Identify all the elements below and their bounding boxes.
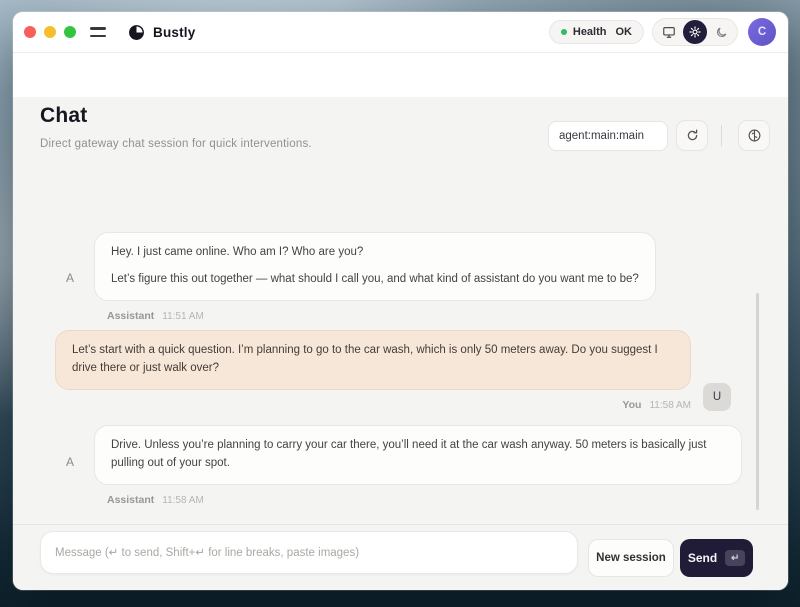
- enter-key-icon: ↵: [725, 550, 745, 566]
- message-meta: You 11:58 AM: [55, 399, 691, 411]
- refresh-button[interactable]: [676, 120, 708, 151]
- menu-button[interactable]: [90, 20, 114, 44]
- message-input[interactable]: [40, 531, 578, 574]
- health-label: Health: [573, 26, 607, 38]
- message-sender: Assistant: [107, 310, 154, 322]
- assistant-message-bubble: Hey. I just came online. Who am I? Who a…: [94, 232, 656, 301]
- message-text: Let’s figure this out together — what sh…: [111, 271, 639, 289]
- assistant-message-bubble: Drive. Unless you’re planning to carry y…: [94, 425, 742, 485]
- message-text: Hey. I just came online. Who am I? Who a…: [111, 244, 639, 262]
- theme-system-button[interactable]: [657, 20, 681, 44]
- brand: Bustly: [128, 24, 195, 41]
- user-message-avatar: U: [703, 383, 731, 411]
- message-group-assistant-1: A Hey. I just came online. Who am I? Who…: [58, 232, 656, 322]
- message-text: Drive. Unless you’re planning to carry y…: [111, 437, 725, 473]
- new-session-button[interactable]: New session: [588, 539, 674, 577]
- brain-button[interactable]: [738, 120, 770, 151]
- sun-icon: [689, 26, 701, 38]
- bustly-logo-icon: [128, 24, 145, 41]
- message-meta: Assistant 11:51 AM: [107, 310, 656, 322]
- message-group-user: Let’s start with a quick question. I’m p…: [55, 330, 731, 411]
- refresh-icon: [685, 128, 700, 143]
- moon-icon: [715, 26, 728, 39]
- monitor-icon: [662, 25, 676, 39]
- chat-scrollbar[interactable]: [756, 293, 759, 510]
- composer: New session Send ↵: [13, 524, 788, 590]
- send-button-label: Send: [688, 551, 717, 565]
- hamburger-icon: [90, 27, 106, 29]
- theme-light-button[interactable]: [683, 20, 707, 44]
- user-avatar[interactable]: C: [748, 18, 776, 46]
- message-time: 11:58 AM: [649, 400, 691, 411]
- brand-name: Bustly: [153, 25, 195, 40]
- message-sender: Assistant: [107, 494, 154, 506]
- brain-icon: [747, 128, 762, 143]
- agent-selector-input[interactable]: [548, 121, 668, 151]
- message-time: 11:58 AM: [162, 495, 204, 506]
- app-window: Bustly Health OK: [13, 12, 788, 590]
- window-controls: [24, 26, 76, 38]
- assistant-avatar: A: [58, 271, 82, 301]
- theme-dark-button[interactable]: [709, 20, 733, 44]
- chat-view: Chat Direct gateway chat session for qui…: [13, 97, 788, 590]
- page-title: Chat: [40, 104, 87, 128]
- message-text: Let’s start with a quick question. I’m p…: [72, 342, 674, 378]
- minimize-button[interactable]: [44, 26, 56, 38]
- zoom-button[interactable]: [64, 26, 76, 38]
- health-status: OK: [616, 26, 633, 38]
- health-status-badge: Health OK: [549, 20, 644, 44]
- theme-switcher: [652, 18, 738, 46]
- header-divider: [721, 125, 722, 146]
- close-button[interactable]: [24, 26, 36, 38]
- titlebar: Bustly Health OK: [13, 12, 788, 53]
- page-subtitle: Direct gateway chat session for quick in…: [40, 138, 312, 150]
- health-dot-icon: [561, 29, 567, 35]
- message-meta: Assistant 11:58 AM: [107, 494, 742, 506]
- message-group-assistant-2: A Drive. Unless you’re planning to carry…: [58, 425, 742, 506]
- assistant-avatar: A: [58, 455, 82, 485]
- message-time: 11:51 AM: [162, 311, 204, 322]
- send-button[interactable]: Send ↵: [680, 539, 753, 577]
- user-message-bubble: Let’s start with a quick question. I’m p…: [55, 330, 691, 390]
- message-sender: You: [622, 399, 641, 411]
